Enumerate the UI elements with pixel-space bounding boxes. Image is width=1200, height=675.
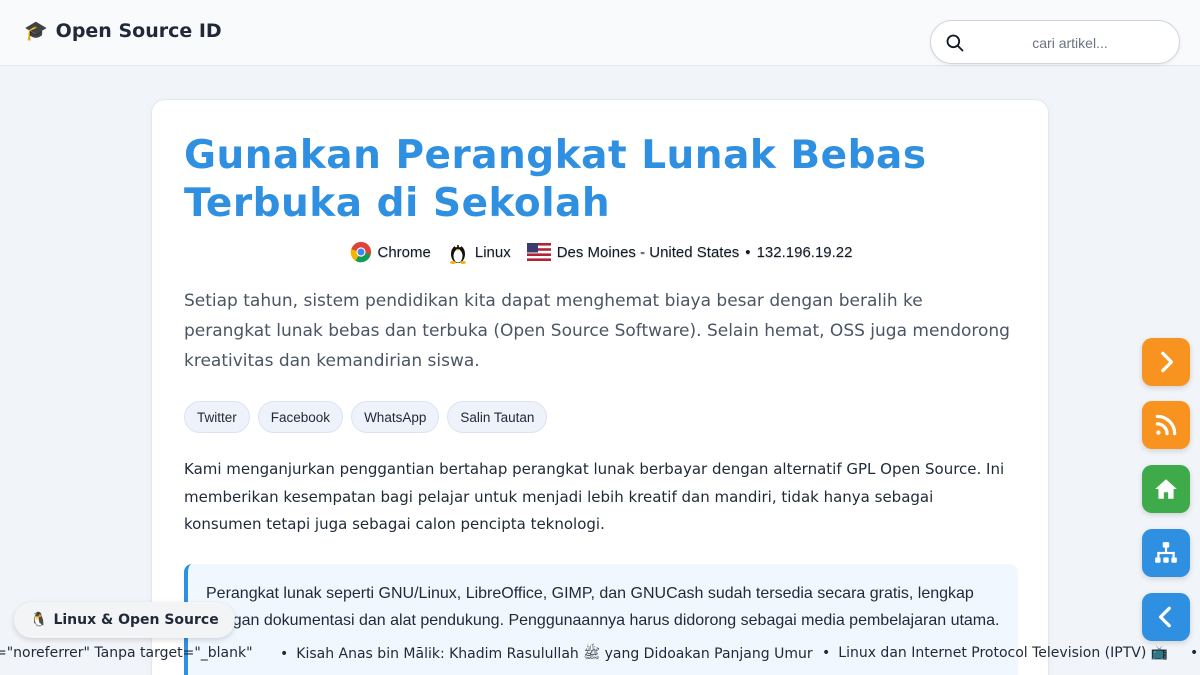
previous-article-button[interactable] [1142,593,1190,641]
next-article-button[interactable] [1142,338,1190,386]
copy-link-button[interactable]: Salin Tautan [447,401,548,433]
ticker-bullet: • [822,645,831,661]
search-input[interactable] [975,29,1165,57]
rss-icon [1155,414,1177,436]
linux-tux-icon [449,244,466,264]
news-ticker: ="noreferrer" Tanpa target="_blank" • Kis… [0,641,1200,667]
search-icon [946,34,964,52]
site-header: 🎓 Open Source ID [0,0,1200,66]
article-card: Gunakan Perangkat Lunak Bebas Terbuka di… [151,99,1049,675]
article-lead: Setiap tahun, sistem pendidikan kita dap… [184,291,1010,371]
visitor-location: Des Moines - United States [556,243,740,261]
graduation-cap-icon: 🎓 [24,20,48,42]
linux-oss-badge[interactable]: 🐧 Linux & Open Source [14,602,235,638]
ticker-item-text: Kisah Anas bin Mālik: Khadim Rasulullah … [296,646,813,662]
share-whatsapp-button[interactable]: WhatsApp [351,401,440,433]
home-button[interactable] [1142,465,1190,513]
browser-name: Chrome [377,243,431,261]
article-body: Kami menganjurkan penggantian bertahap p… [184,460,1005,533]
sitemap-icon [1155,542,1177,563]
us-flag-icon [526,243,551,261]
ticker-bullet: • [280,646,289,662]
share-buttons: Twitter Facebook WhatsApp Salin Tautan [184,401,548,433]
badge-label: Linux & Open Source [53,612,219,628]
ticker-item[interactable]: • Linux dan Internet Protocol Television … [822,645,1168,661]
share-facebook-button[interactable]: Facebook [257,401,344,433]
brand-name: Open Source ID [55,19,222,42]
os-name: Linux [474,243,511,261]
home-icon [1155,479,1177,499]
chevron-right-icon [1161,351,1174,373]
article-title: Gunakan Perangkat Lunak Bebas Terbuka di… [184,133,927,226]
brand-logo[interactable]: 🎓 Open Source ID [24,19,222,43]
chrome-icon [350,241,371,263]
share-twitter-button[interactable]: Twitter [184,401,250,433]
meta-separator: • [745,243,751,261]
rss-feed-button[interactable] [1142,401,1190,449]
ticker-item-text: Linux dan Internet Protocol Television (… [838,645,1169,661]
penguin-icon: 🐧 [30,612,48,628]
ticker-bullet: • [1190,645,1199,661]
sitemap-button[interactable] [1142,529,1190,577]
ticker-item[interactable]: ="noreferrer" Tanpa target="_blank" [0,645,253,661]
visitor-meta: Chrome Linux Des Moines - United States … [152,240,1050,264]
visitor-ip: 132.196.19.22 [756,243,853,261]
search-box[interactable] [930,20,1180,64]
ticker-item[interactable]: • Kisah Anas bin Mālik: Khadim Rasulullah… [280,645,813,665]
chevron-left-icon [1158,606,1171,628]
